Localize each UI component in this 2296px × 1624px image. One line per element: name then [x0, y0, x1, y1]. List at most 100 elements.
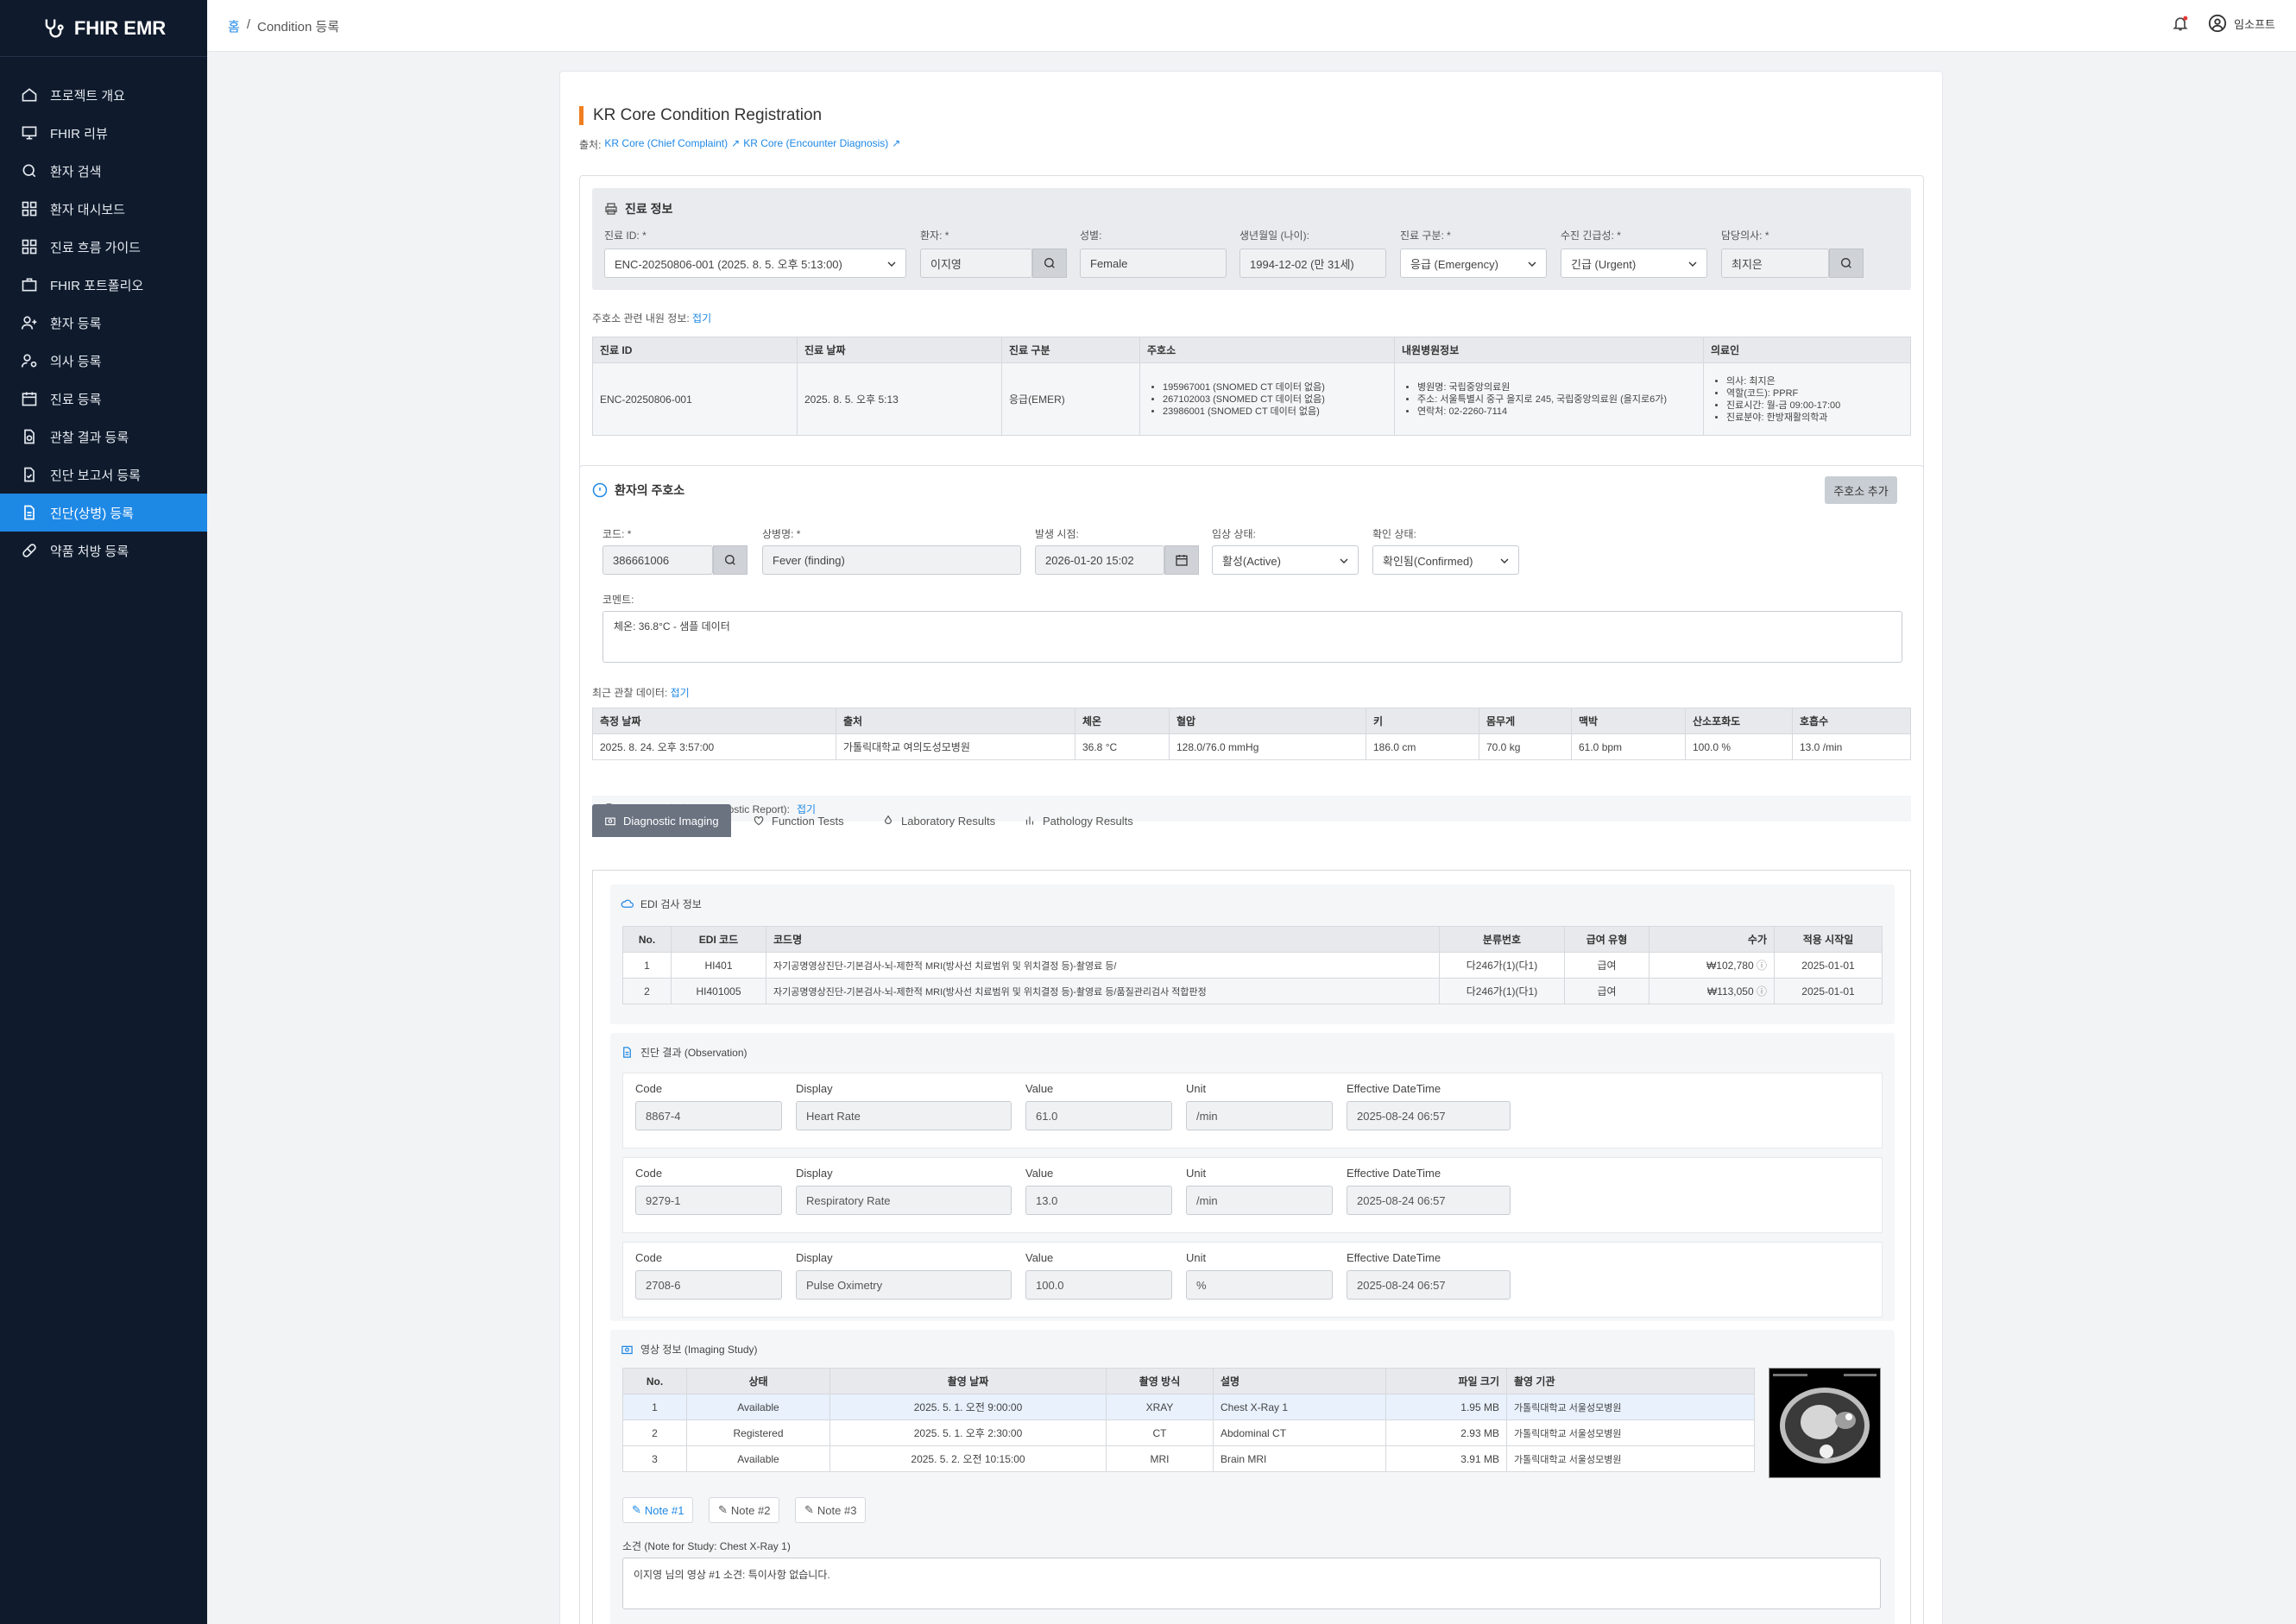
table-row[interactable]: 1 HI401 자기공명영상진단-기본검사-뇌-제한적 MRI(방사선 치료범위… [622, 952, 1883, 979]
table-row[interactable]: 2 Registered 2025. 5. 1. 오후 2:30:00 CT A… [622, 1419, 1755, 1446]
sidebar-item-encounter-register[interactable]: 진료 등록 [0, 380, 207, 418]
enc-id-select[interactable]: ENC-20250806-001 (2025. 8. 5. 오후 5:13:00… [604, 249, 906, 278]
cell: 1 [622, 952, 672, 979]
camera-icon [605, 817, 615, 826]
observation-code-field: 8867-4 [635, 1101, 782, 1130]
table-row[interactable]: 2025. 8. 24. 오후 3:57:00 가톨릭대학교 여의도성모병원 3… [592, 733, 1911, 760]
chevron-down-icon [1525, 257, 1539, 274]
practitioner-item: 진료시간: 월-금 09:00-17:00 [1726, 400, 1903, 412]
info-icon[interactable]: ⓘ [1757, 960, 1767, 972]
patient-search-button[interactable] [1032, 249, 1067, 278]
sidebar-item-overview[interactable]: 프로젝트 개요 [0, 76, 207, 114]
table-header-row: 측정 날짜 출처 체온 혈압 키 몸무게 맥박 산소포화도 호흡수 [592, 708, 1911, 734]
hospital-item: 연락처: 02-2260-7114 [1417, 406, 1696, 418]
tab-function-tests[interactable]: Function Tests [741, 804, 856, 837]
observation-time-label: Effective DateTime [1347, 1082, 1441, 1095]
code-input[interactable]: 386661006 [602, 545, 713, 575]
heart-icon [754, 816, 764, 826]
doctor-value: 최지은 [1731, 257, 1763, 271]
onset-input[interactable]: 2026-01-20 15:02 [1035, 545, 1164, 575]
user-menu[interactable]: 임소프트 [2208, 14, 2275, 33]
table-row[interactable]: ENC-20250806-001 2025. 8. 5. 오후 5:13 응급(… [592, 362, 1911, 436]
imaging-title: 영상 정보 (Imaging Study) [640, 1344, 758, 1356]
encounter-header: 진료 정보 [604, 200, 672, 217]
doctor-search-button[interactable] [1829, 249, 1864, 278]
sidebar-item-condition-register[interactable]: 진단(상병) 등록 [0, 494, 207, 532]
cell: 2.93 MB [1385, 1419, 1507, 1446]
cell: 가톨릭대학교 서울성모병원 [1506, 1419, 1755, 1446]
sidebar-item-portfolio[interactable]: FHIR 포트폴리오 [0, 266, 207, 304]
sidebar-item-label: 진단(상병) 등록 [50, 506, 134, 521]
code-search-button[interactable] [713, 545, 747, 575]
col-header: 키 [1366, 708, 1479, 734]
observation-code-label: Code [635, 1082, 663, 1095]
comment-textarea[interactable]: 체온: 36.8°C - 샘플 데이터 [602, 611, 1902, 663]
info-icon[interactable]: ⓘ [1757, 985, 1767, 998]
col-header: 진료 ID [592, 337, 798, 363]
table-row[interactable]: 2 HI401005 자기공명영상진단-기본검사-뇌-제한적 MRI(방사선 치… [622, 978, 1883, 1004]
app-logo[interactable]: FHIR EMR [0, 0, 207, 57]
sidebar-item-observation-register[interactable]: 관찰 결과 등록 [0, 418, 207, 456]
tab-pathology-results[interactable]: Pathology Results [1012, 804, 1145, 837]
priority-select[interactable]: 긴급 (Urgent) [1561, 249, 1707, 278]
diagnostic-imaging-panel: EDI 검사 정보 No. EDI 코드 코드명 분류번호 급여 유형 수가 적… [592, 870, 1911, 1624]
breadcrumb-home[interactable]: 홈 [228, 17, 240, 35]
note-tab-1[interactable]: ✎ Note #1 [622, 1497, 694, 1523]
observations-toggle[interactable]: 접기 [671, 687, 690, 699]
sidebar-item-medication-register[interactable]: 약품 처방 등록 [0, 532, 207, 570]
sidebar-item-fhir-review[interactable]: FHIR 리뷰 [0, 114, 207, 152]
grid-icon [22, 201, 37, 217]
sidebar-item-patient-register[interactable]: 환자 등록 [0, 304, 207, 342]
note-textarea[interactable]: 이지영 님의 영상 #1 소견: 특이사항 없습니다. [622, 1558, 1881, 1609]
printer-icon [605, 203, 617, 215]
observation-unit-label: Unit [1186, 1167, 1207, 1180]
tab-diagnostic-imaging[interactable]: Diagnostic Imaging [592, 804, 731, 837]
practitioner-item: 역할(코드): PPRF [1726, 387, 1903, 400]
cell-enc-class: 응급(EMER) [1001, 362, 1140, 436]
add-complaint-button[interactable]: 주호소 추가 [1825, 476, 1897, 504]
table-row[interactable]: 3 Available 2025. 5. 2. 오전 10:15:00 MRI … [622, 1445, 1755, 1472]
sidebar-item-flow-guide[interactable]: 진료 흐름 가이드 [0, 228, 207, 266]
cell: Available [686, 1394, 830, 1420]
chevron-down-icon [1498, 554, 1511, 570]
calendar-button[interactable] [1164, 545, 1199, 575]
patient-input[interactable]: 이지영 [920, 249, 1032, 278]
source-link-chief-complaint[interactable]: KR Core (Chief Complaint) [604, 137, 728, 152]
topbar: 홈 / Condition 등록 임소프트 [207, 0, 2296, 52]
verify-select[interactable]: 확인됨(Confirmed) [1372, 545, 1519, 575]
col-header: 촬영 방식 [1106, 1368, 1214, 1394]
table-row[interactable]: 1 Available 2025. 5. 1. 오전 9:00:00 XRAY … [622, 1394, 1755, 1420]
sidebar-item-label: 의사 등록 [50, 354, 102, 369]
class-select[interactable]: 응급 (Emergency) [1400, 249, 1547, 278]
source-link-encounter-diagnosis[interactable]: KR Core (Encounter Diagnosis) [743, 137, 888, 152]
note-tab-3[interactable]: ✎ Note #3 [795, 1497, 867, 1523]
observation-value-label: Value [1025, 1251, 1054, 1264]
birth-label: 생년월일 (나이): [1239, 230, 1309, 242]
cell-hospital: 병원명: 국립중앙의료원 주소: 서울특별시 중구 을지로 245, 국립중앙의… [1394, 362, 1704, 436]
clinical-select[interactable]: 활성(Active) [1212, 545, 1359, 575]
clinical-value: 활성(Active) [1222, 554, 1281, 568]
sidebar-item-patient-dashboard[interactable]: 환자 대시보드 [0, 190, 207, 228]
cell: 1.95 MB [1385, 1394, 1507, 1420]
edi-table: No. EDI 코드 코드명 분류번호 급여 유형 수가 적용 시작일 1 HI… [622, 926, 1883, 1004]
external-link-icon: ↗ [892, 137, 901, 149]
sidebar-item-patient-search[interactable]: 환자 검색 [0, 152, 207, 190]
observations-table: 측정 날짜 출처 체온 혈압 키 몸무게 맥박 산소포화도 호흡수 2025. … [592, 708, 1911, 760]
user-gear-icon [21, 354, 37, 368]
page-title: KR Core Condition Registration [579, 106, 822, 125]
sidebar-item-report-register[interactable]: 진단 보고서 등록 [0, 456, 207, 494]
sidebar-item-doctor-register[interactable]: 의사 등록 [0, 342, 207, 380]
tab-laboratory-results[interactable]: Laboratory Results [870, 804, 1007, 837]
topbar-actions: 임소프트 [2172, 14, 2275, 33]
ct-thumbnail[interactable] [1769, 1368, 1881, 1478]
sidebar-item-label: FHIR 리뷰 [50, 126, 108, 142]
table-header-row: No. EDI 코드 코드명 분류번호 급여 유형 수가 적용 시작일 [622, 926, 1883, 953]
history-toggle[interactable]: 접기 [692, 312, 711, 324]
code-value: 386661006 [613, 553, 670, 567]
observation-time-label: Effective DateTime [1347, 1167, 1441, 1180]
note-tab-2[interactable]: ✎ Note #2 [709, 1497, 780, 1523]
bell-icon[interactable] [2172, 15, 2189, 32]
doctor-input[interactable]: 최지은 [1721, 249, 1829, 278]
verify-label: 확인 상태: [1372, 528, 1416, 540]
enc-id-label: 진료 ID: * [604, 230, 647, 242]
